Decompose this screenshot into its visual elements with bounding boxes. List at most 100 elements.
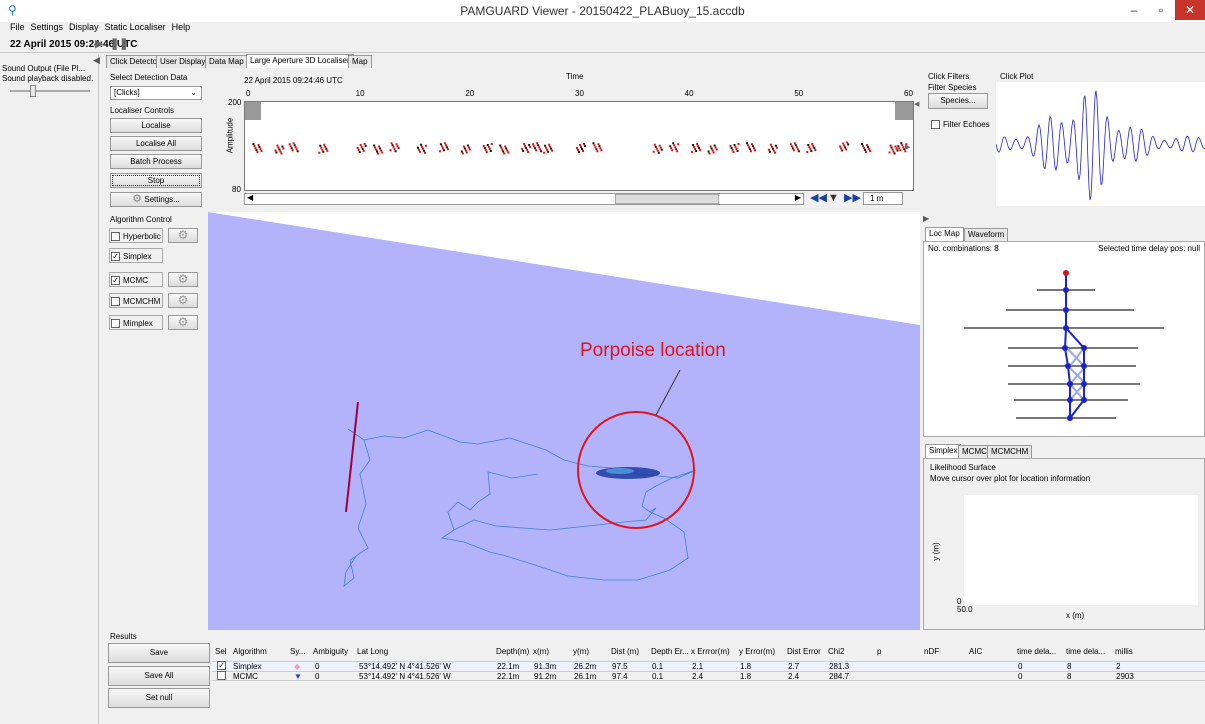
mcmchm-checkbox[interactable] <box>111 297 120 306</box>
localise-button[interactable]: Localise <box>110 118 202 133</box>
batch-process-button[interactable]: Batch Process <box>110 154 202 169</box>
detection-point <box>292 142 295 145</box>
detection-point <box>294 146 297 149</box>
detection-point <box>290 147 293 150</box>
mcmchm-settings-gear-icon[interactable]: ⚙ <box>168 293 198 308</box>
detection-point <box>461 152 464 155</box>
rewind-icon[interactable]: ◀◀ <box>810 193 827 204</box>
time-span-input[interactable]: 1 m <box>863 192 903 205</box>
volume-slider-track[interactable] <box>10 90 90 92</box>
results-table: Sel Algorithm Sy... Ambiguity Lat Long D… <box>212 641 1205 681</box>
minimize-button[interactable]: – <box>1121 0 1147 20</box>
col-dist-error: Dist Error <box>787 647 821 656</box>
detection-point <box>770 145 773 148</box>
close-button[interactable]: ✕ <box>1175 0 1205 20</box>
mcmc-checkbox[interactable]: ✓ <box>111 276 120 285</box>
tab-map[interactable]: Map <box>348 55 372 68</box>
detection-point <box>594 146 597 149</box>
volume-slider-thumb[interactable] <box>30 85 36 97</box>
localisation-map[interactable]: Porpoise location <box>208 212 920 630</box>
mcmc-settings-gear-icon[interactable]: ⚙ <box>168 272 198 287</box>
tab-loc-map[interactable]: Loc Map <box>925 227 964 241</box>
restore-button[interactable]: ▫ <box>1148 0 1174 20</box>
tab-simplex[interactable]: Simplex <box>925 444 962 458</box>
tab-large-aperture-3d-localiser[interactable]: Large Aperture 3D Localiser <box>246 54 354 68</box>
save-button[interactable]: Save <box>108 643 210 663</box>
amplitude-plot[interactable] <box>244 101 914 191</box>
menu-file[interactable]: File <box>10 22 25 32</box>
detection-point <box>548 143 551 146</box>
detection-point <box>578 151 580 153</box>
detection-point <box>507 151 510 154</box>
scroll-left-icon[interactable]: ◀ <box>247 193 253 202</box>
detection-point <box>444 144 447 147</box>
detection-point <box>791 147 794 150</box>
click-filters-title: Click Filters <box>928 72 970 81</box>
play-icon[interactable]: ▶ <box>95 37 103 50</box>
fast-forward-icon[interactable]: ▶▶ <box>844 193 861 204</box>
detection-point <box>839 145 842 148</box>
loc-map-canvas[interactable]: No. combinations: 8 Selected time delay … <box>923 241 1205 437</box>
menu-display[interactable]: Display <box>69 22 99 32</box>
localise-all-button[interactable]: Localise All <box>110 136 202 151</box>
detection-point <box>693 146 696 148</box>
row-select-checkbox[interactable]: ✓ <box>217 661 226 670</box>
tab-user-display[interactable]: User Display <box>156 55 210 68</box>
detection-data-select[interactable]: [Clicks] ⌄ <box>110 86 202 100</box>
detection-point <box>535 149 538 152</box>
col-algorithm: Algorithm <box>233 647 267 656</box>
tab-waveform[interactable]: Waveform <box>964 228 1009 241</box>
detection-point <box>749 150 752 153</box>
detection-point <box>889 144 892 147</box>
menu-help[interactable]: Help <box>172 22 191 32</box>
detection-point <box>275 151 278 154</box>
sound-output-title: Sound Output (File Pl... <box>2 64 86 73</box>
mimplex-settings-gear-icon[interactable]: ⚙ <box>168 315 198 330</box>
time-scrollbar-thumb[interactable] <box>615 194 719 204</box>
cell-depth-error: 0.1 <box>652 672 664 681</box>
scope-side-arrow-icon[interactable]: ◀ <box>914 100 919 108</box>
scroll-right-icon[interactable]: ▶ <box>795 193 801 202</box>
detection-point <box>592 142 595 145</box>
pause-icon[interactable]: ❚❚ <box>110 37 128 50</box>
detection-point <box>356 147 359 149</box>
settings-button[interactable]: ⚙ Settings... <box>110 192 202 207</box>
stop-down-icon[interactable]: ▼ <box>828 193 839 204</box>
save-all-button[interactable]: Save All <box>108 666 210 686</box>
click-waveform-plot[interactable] <box>995 82 1205 206</box>
simplex-checkbox[interactable]: ✓ <box>111 252 120 261</box>
set-null-button[interactable]: Set null <box>108 688 210 708</box>
x-tick-label: 40 <box>684 89 694 98</box>
menu-settings[interactable]: Settings <box>31 22 64 32</box>
hyperbolic-settings-gear-icon[interactable]: ⚙ <box>168 228 198 243</box>
collapse-left-icon[interactable]: ◀ <box>93 55 100 66</box>
detection-point <box>747 146 750 149</box>
detection-point <box>894 145 897 148</box>
tab-mcmc[interactable]: MCMC <box>958 445 991 458</box>
menu-static-localiser[interactable]: Static Localiser <box>105 22 166 32</box>
detection-point <box>441 147 444 150</box>
expand-right-icon[interactable]: ▶ <box>923 214 929 223</box>
species-button[interactable]: Species... <box>928 93 988 109</box>
filter-echoes-checkbox[interactable] <box>931 120 940 129</box>
mimplex-label: Mimplex <box>123 319 153 328</box>
detection-point <box>321 148 324 151</box>
detection-point <box>318 151 321 154</box>
mimplex-checkbox[interactable] <box>111 319 120 328</box>
tab-mcmchm[interactable]: MCMCHM <box>987 445 1033 458</box>
detection-point <box>467 146 470 149</box>
detection-point <box>654 145 657 148</box>
detection-point <box>396 145 399 148</box>
detection-point <box>712 151 715 154</box>
stop-button[interactable]: Stop <box>110 173 202 188</box>
time-scrollbar[interactable]: ◀ ▶ <box>244 193 804 205</box>
cell-time-delay-1: 0 <box>1018 662 1023 671</box>
detection-point <box>599 147 602 150</box>
detection-point <box>674 146 677 149</box>
likelihood-surface-plot[interactable] <box>964 495 1198 605</box>
scope-right-arrow-icon[interactable]: ▶ <box>905 143 910 151</box>
tab-data-map[interactable]: Data Map <box>205 55 248 68</box>
hyperbolic-checkbox[interactable] <box>111 232 120 241</box>
click-plot-title: Click Plot <box>1000 72 1034 81</box>
row-select-checkbox[interactable] <box>217 671 226 680</box>
